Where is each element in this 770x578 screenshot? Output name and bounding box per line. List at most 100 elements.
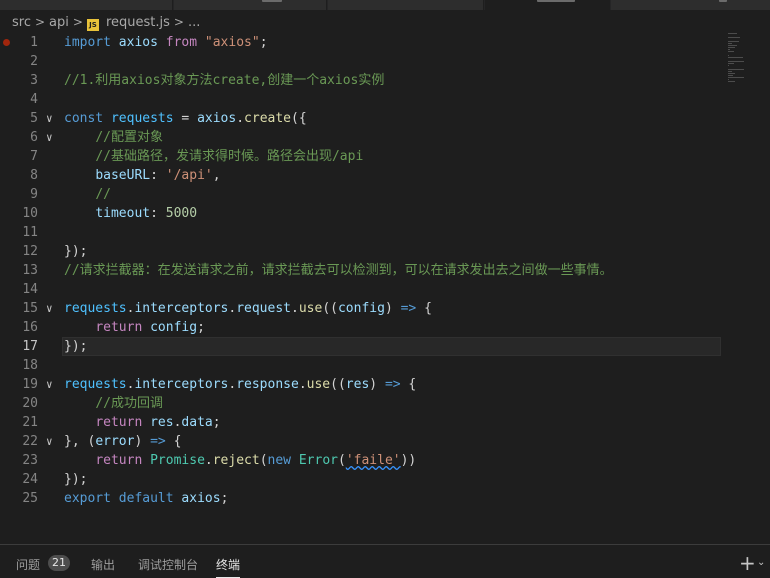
code-line[interactable]: 7 //基础路径，发请求得时候。路径会出现/api xyxy=(0,147,770,166)
breadcrumb-item-api[interactable]: api xyxy=(49,15,69,30)
code-token: return xyxy=(95,453,143,468)
code-text: }); xyxy=(64,337,87,356)
minimap[interactable] xyxy=(728,33,758,93)
minimap-line xyxy=(728,75,733,76)
breadcrumb-item-file[interactable]: JS request.js xyxy=(86,15,170,31)
breadcrumb-item-symbols[interactable]: ... xyxy=(188,15,200,30)
code-token: ; xyxy=(259,35,268,50)
code-token: use xyxy=(298,301,323,316)
minimap-line xyxy=(728,49,730,50)
code-token: requests xyxy=(110,111,174,126)
line-number: 19 xyxy=(22,377,38,392)
code-line[interactable]: 16 return config; xyxy=(0,318,770,337)
code-line[interactable]: 25 export default axios; xyxy=(0,489,770,508)
tab-output[interactable]: 输出 xyxy=(91,556,115,573)
minimap-line xyxy=(728,63,734,64)
code-token: ; xyxy=(220,491,229,506)
code-line[interactable]: 15 ∨ requests.interceptors.request.use((co… xyxy=(0,299,770,318)
code-line[interactable]: 23 return Promise.reject(new Error('fail… xyxy=(0,451,770,470)
editor-tab[interactable] xyxy=(328,0,484,10)
js-file-icon: JS xyxy=(86,18,99,31)
code-token: }); xyxy=(64,339,88,354)
editor-tab[interactable] xyxy=(0,0,173,10)
fold-chevron-icon[interactable]: ∨ xyxy=(46,375,58,394)
editor-tab-active[interactable] xyxy=(485,0,610,10)
code-token: axios xyxy=(197,111,237,126)
code-token: 'faile' xyxy=(345,453,401,468)
code-line[interactable]: 6 ∨ //配置对象 xyxy=(0,128,770,147)
fold-chevron-icon[interactable]: ∨ xyxy=(46,299,58,318)
minimap-line xyxy=(728,33,737,34)
code-token: //1.利用axios对象方法create,创建一个axios实例 xyxy=(64,73,385,88)
line-number: 14 xyxy=(22,282,38,297)
fold-chevron-icon[interactable]: ∨ xyxy=(46,109,58,128)
minimap-line xyxy=(728,77,744,78)
code-line[interactable]: 5 ∨ const requests = axios.create({ xyxy=(0,109,770,128)
code-line[interactable]: 18 xyxy=(0,356,770,375)
code-token: use xyxy=(306,377,331,392)
code-line[interactable]: 1 import axios from "axios"; xyxy=(0,33,770,52)
code-line[interactable]: 20 //成功回调 xyxy=(0,394,770,413)
fold-chevron-icon[interactable]: ∨ xyxy=(46,432,58,451)
line-number: 13 xyxy=(22,263,38,278)
editor-tab[interactable] xyxy=(174,0,327,10)
code-line[interactable]: 2 xyxy=(0,52,770,71)
code-token: "axios" xyxy=(204,35,260,50)
code-line[interactable]: 13 //请求拦截器：在发送请求之前，请求拦截去可以检测到，可以在请求发出去之间做… xyxy=(0,261,770,280)
code-token: { xyxy=(400,377,417,392)
line-number: 10 xyxy=(22,206,38,221)
fold-chevron-icon[interactable]: ∨ xyxy=(46,128,58,147)
code-editor[interactable]: 1 import axios from "axios"; 2 3//1.利用axios… xyxy=(0,33,770,545)
line-number: 11 xyxy=(22,225,38,240)
line-number: 22 xyxy=(22,434,38,449)
code-line[interactable]: 11 xyxy=(0,223,770,242)
code-line[interactable]: 8 baseURL: '/api', xyxy=(0,166,770,185)
code-token: . xyxy=(204,453,213,468)
tab-problems[interactable]: 问题 xyxy=(16,556,40,573)
code-token: Error xyxy=(298,453,338,468)
code-line[interactable]: 22 ∨}, (error) => { xyxy=(0,432,770,451)
code-line[interactable]: 12}); xyxy=(0,242,770,261)
minimap-line xyxy=(728,65,729,66)
chevron-down-icon[interactable]: ⌄ xyxy=(757,557,765,568)
code-line[interactable]: 3 //1.利用axios对象方法create,创建一个axios实例 xyxy=(0,71,770,90)
line-number: 12 xyxy=(22,244,38,259)
breadcrumb-item-src[interactable]: src xyxy=(12,15,31,30)
code-line[interactable]: 14 xyxy=(0,280,770,299)
code-token: = xyxy=(173,111,198,126)
line-number: 8 xyxy=(30,168,38,183)
code-line[interactable]: 19 ∨ requests.interceptors.response.use((r… xyxy=(0,375,770,394)
code-line[interactable]: 10 timeout: 5000 xyxy=(0,204,770,223)
editor-tab[interactable] xyxy=(611,0,770,10)
code-line[interactable]: 4 xyxy=(0,90,770,109)
code-line[interactable]: 17}); xyxy=(0,337,770,356)
code-line[interactable]: 9 // xyxy=(0,185,770,204)
code-text: const requests = axios.create({ xyxy=(64,109,307,128)
problems-count-badge: 21 xyxy=(48,555,70,571)
tab-terminal[interactable]: 终端 xyxy=(216,556,241,578)
code-text: //配置对象 xyxy=(64,128,163,147)
plus-icon[interactable]: + xyxy=(739,551,756,575)
minimap-line xyxy=(728,43,732,44)
line-number: 4 xyxy=(30,92,38,107)
line-number: 16 xyxy=(22,320,38,335)
code-token: error xyxy=(95,434,135,449)
code-line[interactable]: 21 return res.data; xyxy=(0,413,770,432)
code-token: requests xyxy=(64,377,127,392)
tab-debug-console[interactable]: 调试控制台 xyxy=(138,556,198,573)
code-token: // xyxy=(95,187,111,202)
code-token: timeout xyxy=(95,206,151,221)
code-line[interactable]: 24}); xyxy=(0,470,770,489)
minimap-line xyxy=(728,55,729,56)
line-number: 1 xyxy=(30,35,38,50)
code-token: //配置对象 xyxy=(95,130,163,145)
line-number: 9 xyxy=(30,187,38,202)
line-number: 21 xyxy=(22,415,38,430)
line-number: 25 xyxy=(22,491,38,506)
